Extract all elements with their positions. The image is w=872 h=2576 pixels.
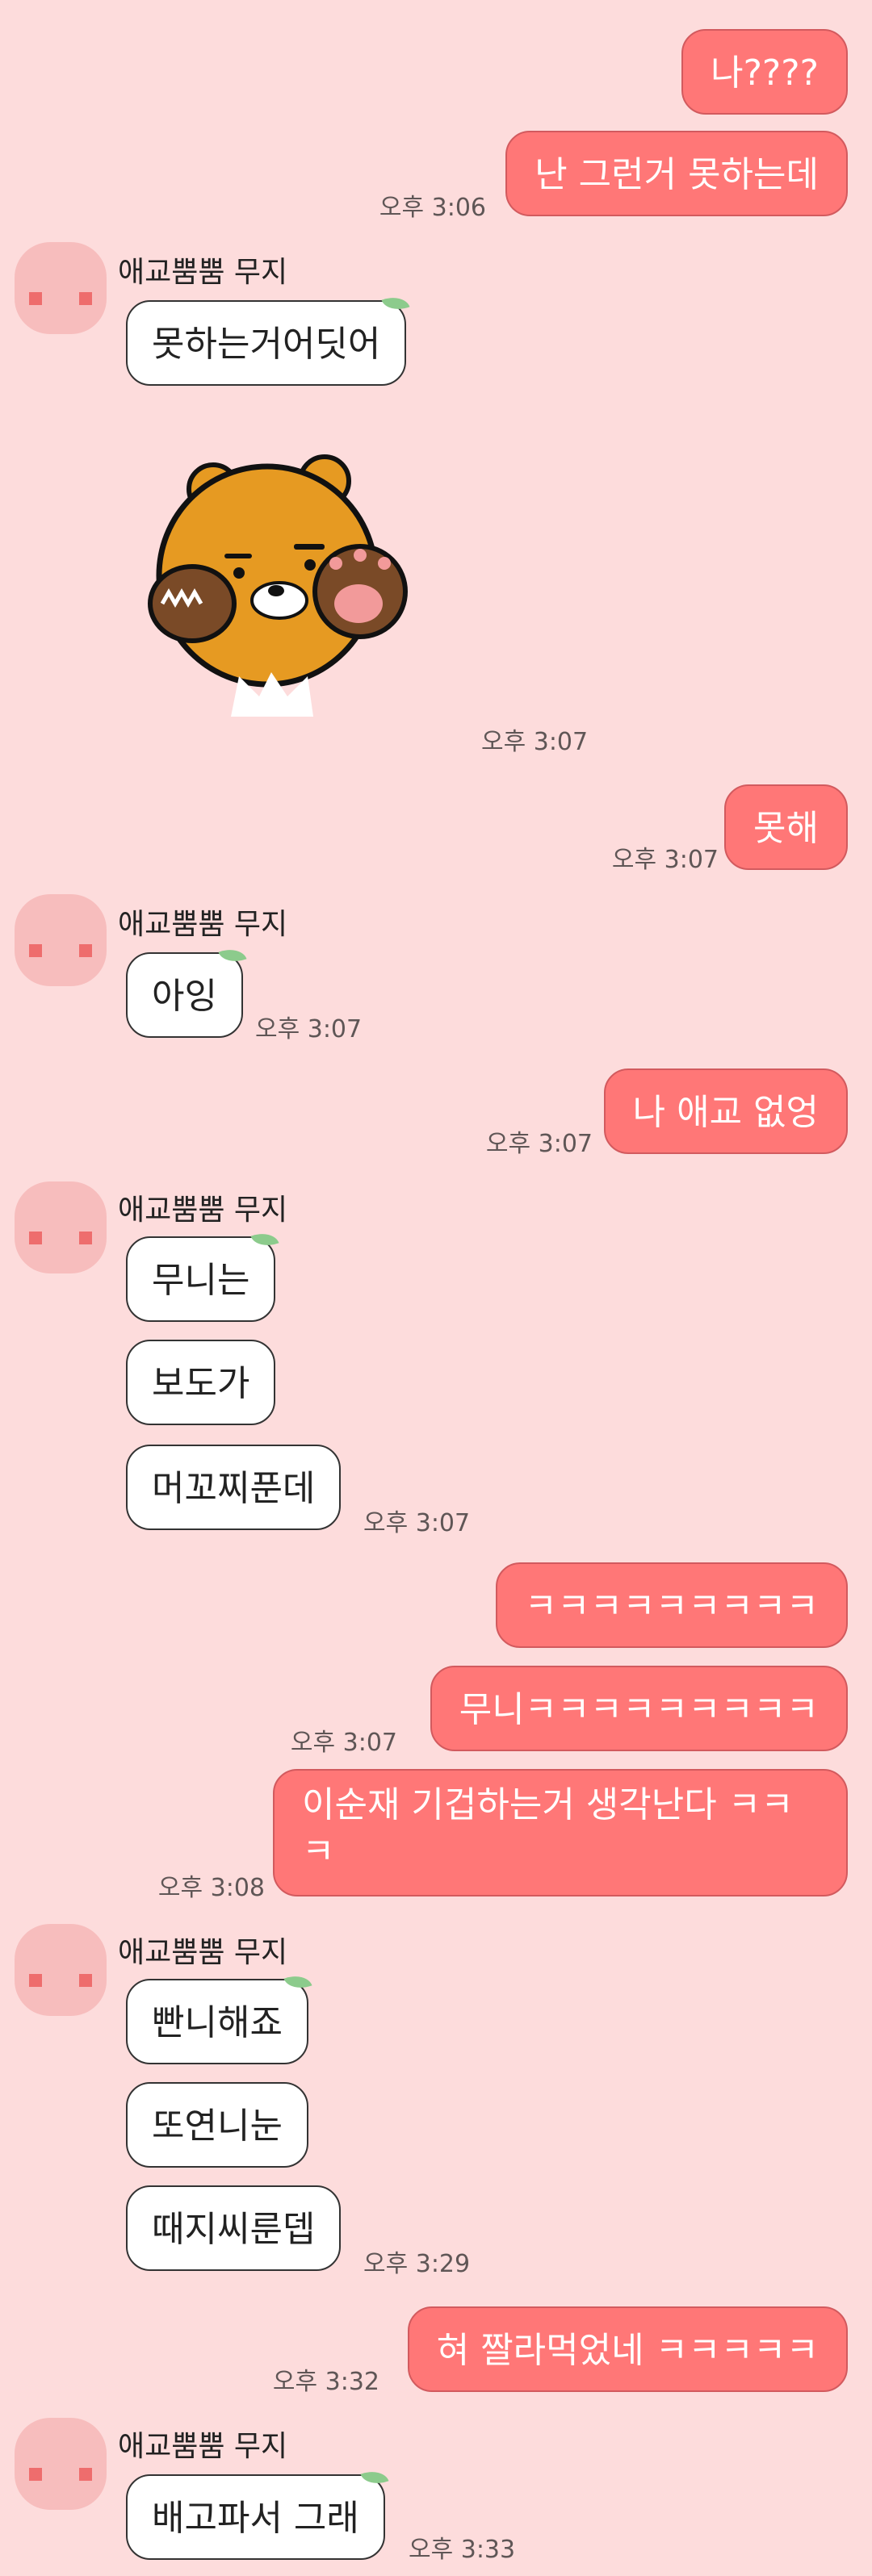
contact-avatar[interactable] [15, 2418, 107, 2510]
message-timestamp: 오후 3:06 [379, 194, 486, 222]
message-timestamp: 오후 3:33 [409, 2536, 516, 2564]
message-timestamp: 오후 3:07 [485, 1130, 593, 1158]
avatar-eye-icon [79, 2468, 92, 2481]
leaf-icon [218, 943, 247, 968]
sent-message-bubble[interactable]: 이순재 기겁하는거 생각난다 ㅋㅋㅋ [273, 1769, 848, 1896]
avatar-eye-icon [29, 292, 42, 305]
sent-message-bubble[interactable]: 무니ㅋㅋㅋㅋㅋㅋㅋㅋㅋ [430, 1666, 848, 1751]
received-message-bubble[interactable]: 못하는거어딧어 [126, 291, 410, 386]
avatar-eye-icon [79, 944, 92, 957]
leaf-icon [250, 1227, 279, 1252]
message-timestamp: 오후 3:07 [611, 846, 719, 874]
message-timestamp: 오후 3:07 [481, 728, 589, 756]
message-text: 배고파서 그래 [152, 2498, 359, 2539]
message-text: 빤니해죠 [152, 2002, 283, 2043]
contact-name: 애교뿜뿜 무지 [118, 1936, 288, 1969]
contact-name: 애교뿜뿜 무지 [118, 2430, 288, 2463]
message-timestamp: 오후 3:07 [290, 1729, 397, 1757]
contact-avatar[interactable] [15, 242, 107, 334]
leaf-icon [360, 2465, 389, 2490]
leaf-icon [381, 291, 410, 316]
message-text: 무니는 [152, 1260, 250, 1301]
message-timestamp: 오후 3:07 [255, 1015, 363, 1043]
leaf-icon [283, 1970, 312, 1994]
sent-message-bubble[interactable]: 나 애교 없엉 [603, 1068, 848, 1154]
avatar-eye-icon [29, 1974, 42, 1987]
received-message-bubble[interactable]: 때지씨룬뎁 [126, 2185, 342, 2271]
message-timestamp: 오후 3:07 [363, 1509, 471, 1537]
contact-avatar[interactable] [15, 1181, 107, 1273]
avatar-eye-icon [79, 1974, 92, 1987]
sent-message-bubble[interactable]: 난 그런거 못하는데 [505, 131, 848, 216]
sent-message-bubble[interactable]: ㅋㅋㅋㅋㅋㅋㅋㅋㅋ [495, 1562, 848, 1648]
contact-name: 애교뿜뿜 무지 [118, 256, 288, 289]
received-message-bubble[interactable]: 또연니눈 [126, 2082, 308, 2168]
avatar-eye-icon [79, 292, 92, 305]
avatar-eye-icon [79, 1232, 92, 1244]
contact-name: 애교뿜뿜 무지 [118, 908, 288, 941]
received-message-bubble[interactable]: 무니는 [126, 1227, 279, 1322]
received-message-bubble[interactable]: 아잉 [126, 943, 247, 1038]
ryan-bear-sticker-icon[interactable] [142, 442, 465, 725]
avatar-eye-icon [29, 1232, 42, 1244]
message-timestamp: 오후 3:29 [363, 2250, 471, 2278]
contact-avatar[interactable] [15, 1924, 107, 2016]
contact-name: 애교뿜뿜 무지 [118, 1194, 288, 1227]
received-message-bubble[interactable]: 빤니해죠 [126, 1970, 312, 2064]
sent-message-bubble[interactable]: 못해 [724, 784, 848, 870]
message-text: 못하는거어딧어 [152, 324, 381, 365]
received-message-bubble[interactable]: 머꼬찌푼데 [126, 1445, 342, 1530]
sent-message-bubble[interactable]: 나???? [681, 29, 848, 115]
received-message-bubble[interactable]: 보도가 [126, 1340, 276, 1425]
contact-avatar[interactable] [15, 894, 107, 986]
message-timestamp: 오후 3:08 [157, 1874, 265, 1902]
received-message-bubble[interactable]: 배고파서 그래 [126, 2465, 389, 2560]
avatar-eye-icon [29, 944, 42, 957]
message-text: 아잉 [152, 976, 217, 1017]
avatar-eye-icon [29, 2468, 42, 2481]
sent-message-bubble[interactable]: 혀 짤라먹었네 ㅋㅋㅋㅋㅋ [407, 2306, 848, 2392]
message-timestamp: 오후 3:32 [272, 2368, 379, 2396]
